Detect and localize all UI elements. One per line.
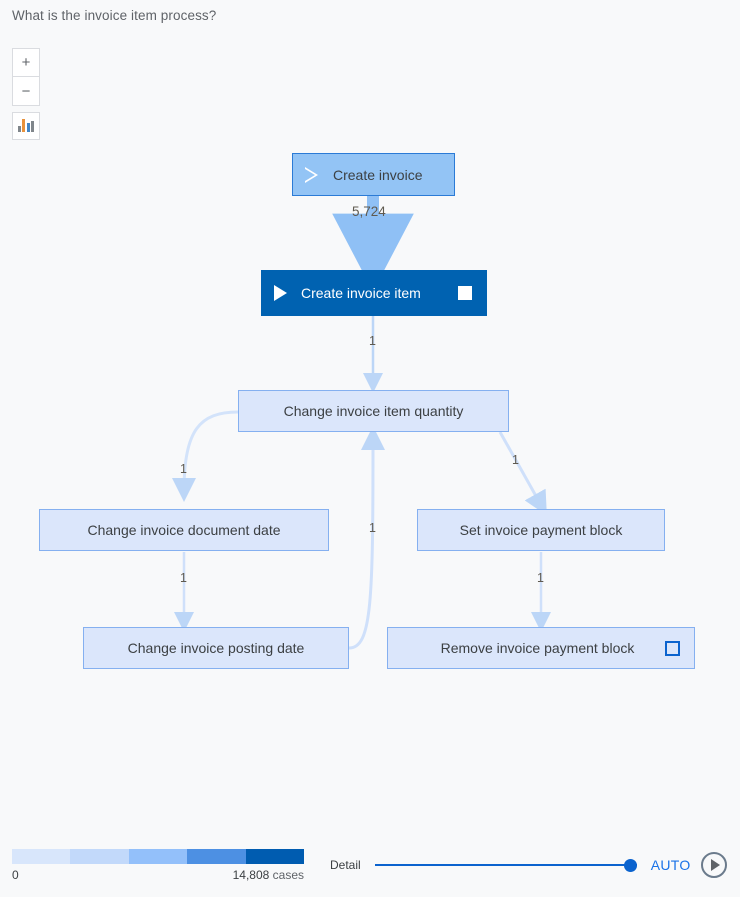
process-explorer: What is the invoice item process? + − Cr… (0, 0, 740, 897)
edge-label-create-to-item: 5,724 (352, 204, 386, 219)
detail-label: Detail (330, 858, 361, 872)
end-marker-icon (665, 640, 680, 656)
play-triangle-glyph (710, 859, 720, 871)
legend-color-bands (12, 849, 305, 864)
edge-label-quantity-to-payment-block: 1 (512, 453, 519, 467)
legend-min-label: 0 (12, 868, 19, 882)
node-create-invoice[interactable]: Create invoice (292, 153, 455, 196)
start-marker-icon (274, 285, 287, 301)
node-label: Change invoice item quantity (283, 403, 464, 419)
case-frequency-legend: 0 14,808 cases (12, 849, 305, 882)
legend-band-4 (245, 849, 305, 864)
node-remove-invoice-payment-block[interactable]: Remove invoice payment block (387, 627, 695, 669)
edge-label-document-date-to-posting-date: 1 (180, 571, 187, 585)
node-change-invoice-posting-date[interactable]: Change invoice posting date (83, 627, 349, 669)
node-label: Set invoice payment block (459, 522, 623, 538)
end-marker-icon (458, 286, 472, 300)
start-marker-icon (305, 166, 319, 183)
node-label: Create invoice item (301, 285, 421, 301)
node-label: Change invoice document date (87, 522, 281, 538)
detail-control-group: Detail AUTO (330, 852, 727, 878)
legend-band-1 (70, 849, 129, 864)
legend-labels: 0 14,808 cases (12, 868, 304, 882)
slider-thumb[interactable] (623, 859, 637, 872)
play-icon[interactable] (700, 852, 727, 878)
node-label: Remove invoice payment block (440, 640, 635, 656)
edge-label-quantity-to-document-date: 1 (180, 462, 187, 476)
node-set-invoice-payment-block[interactable]: Set invoice payment block (417, 509, 665, 551)
detail-slider[interactable] (374, 858, 637, 872)
edge-label-payment-block-to-remove: 1 (537, 571, 544, 585)
node-change-invoice-item-quantity[interactable]: Change invoice item quantity (238, 390, 509, 432)
node-label: Create invoice (333, 166, 423, 183)
process-graph: Create invoice Create invoice item Chang… (0, 0, 740, 840)
node-create-invoice-item[interactable]: Create invoice item (261, 270, 487, 316)
edge-label-item-to-quantity: 1 (369, 334, 376, 348)
slider-track[interactable] (374, 864, 637, 866)
node-change-invoice-document-date[interactable]: Change invoice document date (39, 509, 329, 551)
legend-max-unit: cases (272, 868, 304, 882)
legend-band-2 (128, 849, 188, 864)
legend-band-0 (12, 849, 71, 864)
legend-max-value: 14,808 (232, 868, 270, 882)
edge-label-posting-date-to-quantity: 1 (369, 521, 376, 535)
legend-max-label: 14,808 cases (233, 868, 304, 882)
legend-band-3 (187, 849, 246, 864)
node-label: Change invoice posting date (127, 640, 305, 656)
auto-button[interactable]: AUTO (651, 857, 691, 873)
footer-bar: 0 14,808 cases Detail AUTO (0, 840, 740, 897)
